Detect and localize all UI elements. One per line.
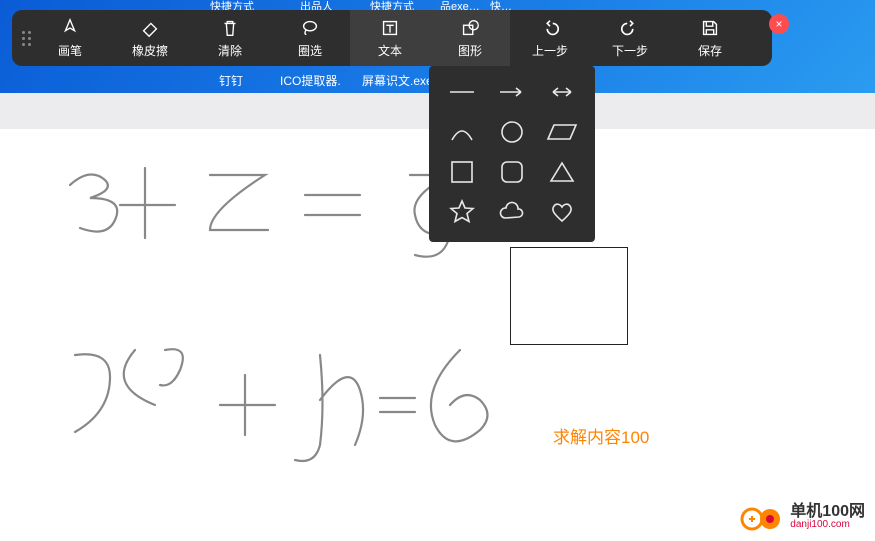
desktop-label: 屏幕识文.exe	[362, 72, 433, 89]
annotation-toolbar: 画笔 橡皮擦 清除 圈选 文本 图形 上一步 下一步	[12, 10, 772, 66]
desktop-label: ICO提取器.	[280, 72, 341, 89]
shape-line[interactable]	[445, 80, 479, 104]
lasso-label: 圈选	[298, 42, 322, 59]
shapes-label: 图形	[458, 42, 482, 59]
site-watermark: 单机100网 danji100.com	[740, 501, 865, 533]
drag-handle[interactable]	[12, 31, 30, 46]
text-icon	[379, 17, 401, 39]
shape-circle[interactable]	[495, 120, 529, 144]
shape-double-arrow[interactable]	[545, 80, 579, 104]
brush-label: 画笔	[58, 42, 82, 59]
inserted-text[interactable]: 求解内容100	[553, 423, 649, 448]
shape-cloud[interactable]	[495, 200, 529, 224]
redo-label: 下一步	[612, 42, 648, 59]
lasso-button[interactable]: 圈选	[270, 10, 350, 66]
brush-button[interactable]: 画笔	[30, 10, 110, 66]
eraser-icon	[139, 17, 161, 39]
save-icon	[699, 17, 721, 39]
brush-icon	[59, 17, 81, 39]
shapes-button[interactable]: 图形	[430, 10, 510, 66]
lasso-icon	[299, 17, 321, 39]
trash-icon	[219, 17, 241, 39]
close-button[interactable]: ×	[769, 14, 789, 34]
save-button[interactable]: 保存	[670, 10, 750, 66]
watermark-logo-icon	[740, 501, 784, 533]
desktop-label: 钉钉	[219, 72, 243, 89]
text-button[interactable]: 文本	[350, 10, 430, 66]
undo-icon	[539, 17, 561, 39]
shape-arrow[interactable]	[495, 80, 529, 104]
clear-label: 清除	[218, 42, 242, 59]
redo-icon	[619, 17, 641, 39]
shapes-dropdown-panel	[429, 66, 595, 242]
clear-button[interactable]: 清除	[190, 10, 270, 66]
watermark-url: danji100.com	[790, 520, 865, 530]
shape-square[interactable]	[445, 160, 479, 184]
text-label: 文本	[378, 42, 402, 59]
shape-arc[interactable]	[445, 120, 479, 144]
shape-rounded-square[interactable]	[495, 160, 529, 184]
shapes-icon	[459, 17, 481, 39]
eraser-label: 橡皮擦	[132, 42, 168, 59]
shape-heart[interactable]	[545, 200, 579, 224]
shape-parallelogram[interactable]	[545, 120, 579, 144]
watermark-title: 单机100网	[790, 504, 865, 520]
drawn-rectangle[interactable]	[510, 247, 628, 345]
undo-button[interactable]: 上一步	[510, 10, 590, 66]
close-icon: ×	[775, 17, 782, 31]
undo-label: 上一步	[532, 42, 568, 59]
redo-button[interactable]: 下一步	[590, 10, 670, 66]
eraser-button[interactable]: 橡皮擦	[110, 10, 190, 66]
shape-triangle[interactable]	[545, 160, 579, 184]
shape-star[interactable]	[445, 200, 479, 224]
save-label: 保存	[698, 42, 722, 59]
